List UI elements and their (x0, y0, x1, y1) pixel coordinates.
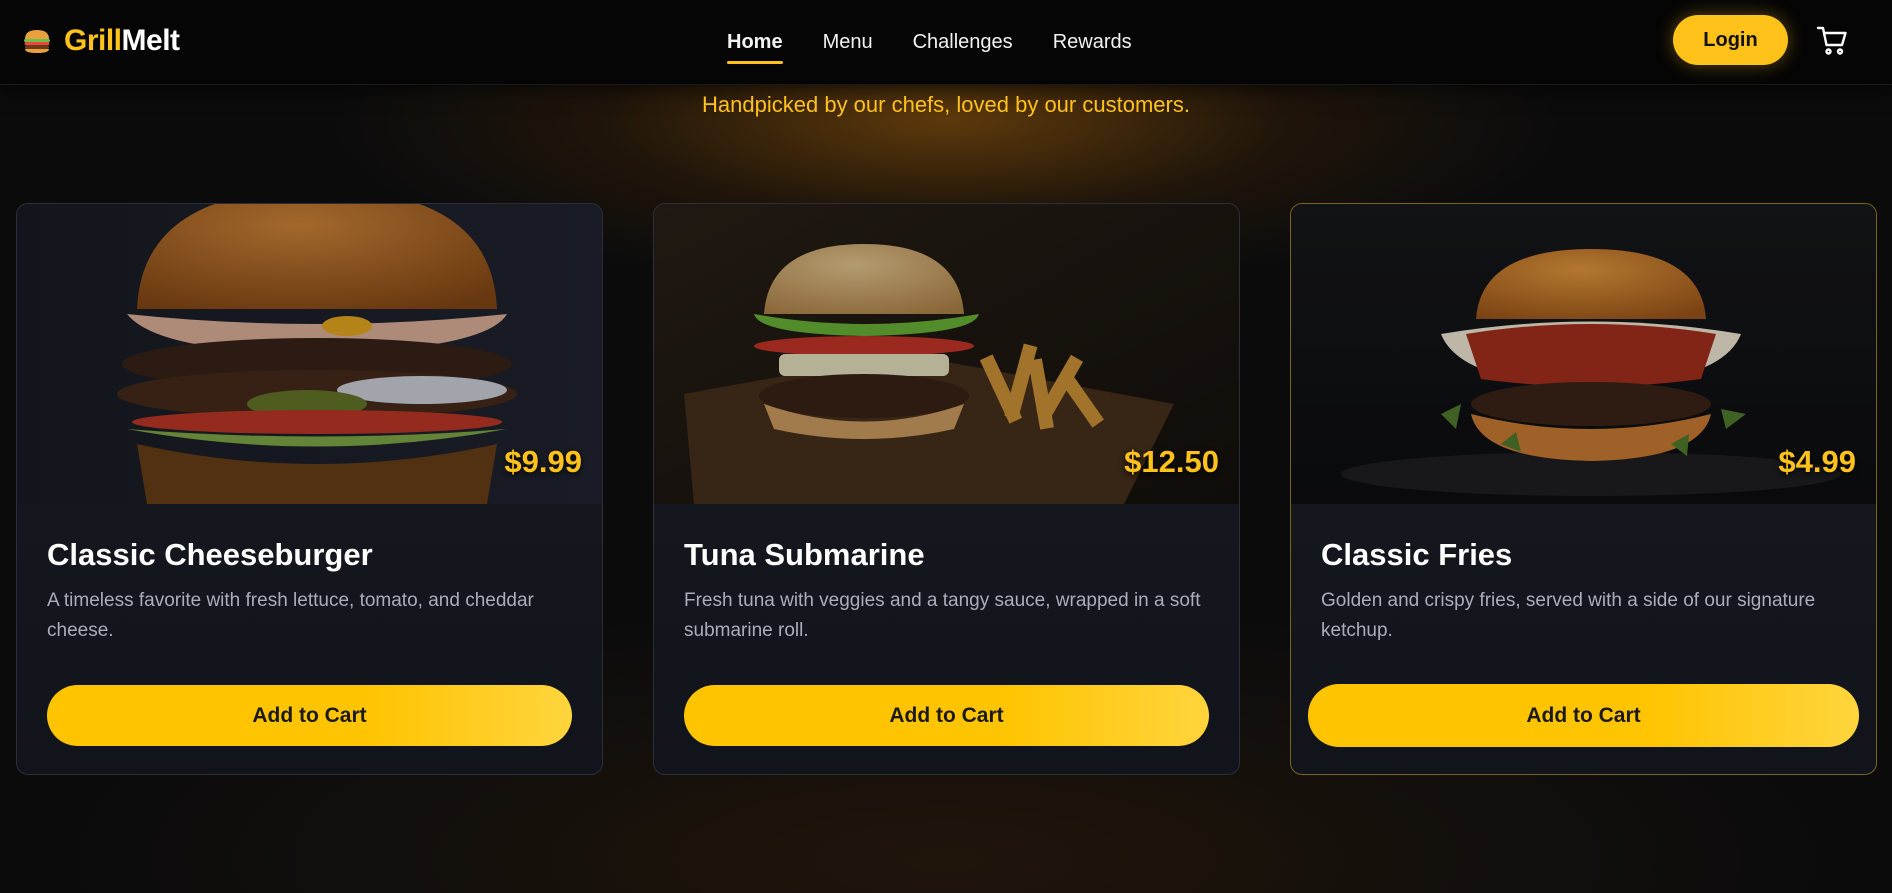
product-card-tuna-submarine: $12.50 Tuna Submarine Fresh tuna with ve… (653, 203, 1240, 775)
product-price: $9.99 (504, 444, 582, 479)
product-price: $4.99 (1778, 444, 1856, 479)
page: GrillMelt Home Menu Challenges Rewards L… (0, 0, 1892, 893)
main-nav: Home Menu Challenges Rewards (727, 0, 1132, 85)
brand-name-part2: Melt (121, 24, 181, 57)
brand-name: GrillMelt (64, 24, 180, 58)
nav-item-home[interactable]: Home (727, 31, 783, 64)
product-image[interactable]: $12.50 (654, 204, 1239, 504)
product-card-classic-fries: $4.99 Classic Fries Golden and crispy fr… (1290, 203, 1877, 775)
add-to-cart-button[interactable]: Add to Cart (47, 685, 572, 746)
product-image[interactable]: $9.99 (17, 204, 602, 504)
navbar: GrillMelt Home Menu Challenges Rewards L… (0, 0, 1892, 85)
cart-icon[interactable] (1816, 24, 1850, 58)
product-name: Tuna Submarine (684, 537, 925, 572)
product-image[interactable]: $4.99 (1291, 204, 1876, 504)
burger-icon (24, 30, 50, 53)
product-description: A timeless favorite with fresh lettuce, … (47, 590, 534, 641)
add-to-cart-button[interactable]: Add to Cart (684, 685, 1209, 746)
add-to-cart-button[interactable]: Add to Cart (1308, 684, 1859, 747)
product-name: Classic Cheeseburger (47, 537, 373, 572)
product-name: Classic Fries (1321, 537, 1513, 572)
nav-item-challenges[interactable]: Challenges (913, 31, 1013, 54)
nav-item-rewards[interactable]: Rewards (1053, 31, 1132, 54)
brand-logo[interactable]: GrillMelt (22, 24, 180, 58)
product-description: Golden and crispy fries, served with a s… (1321, 590, 1816, 641)
section-tagline: Handpicked by our chefs, loved by our cu… (702, 92, 1190, 117)
brand-name-part1: Grill (64, 24, 122, 57)
nav-item-menu[interactable]: Menu (823, 31, 873, 54)
product-price: $12.50 (1124, 444, 1219, 479)
login-button[interactable]: Login (1673, 15, 1788, 65)
product-description: Fresh tuna with veggies and a tangy sauc… (684, 590, 1201, 641)
product-card-classic-cheeseburger: $9.99 Classic Cheeseburger A timeless fa… (16, 203, 603, 775)
